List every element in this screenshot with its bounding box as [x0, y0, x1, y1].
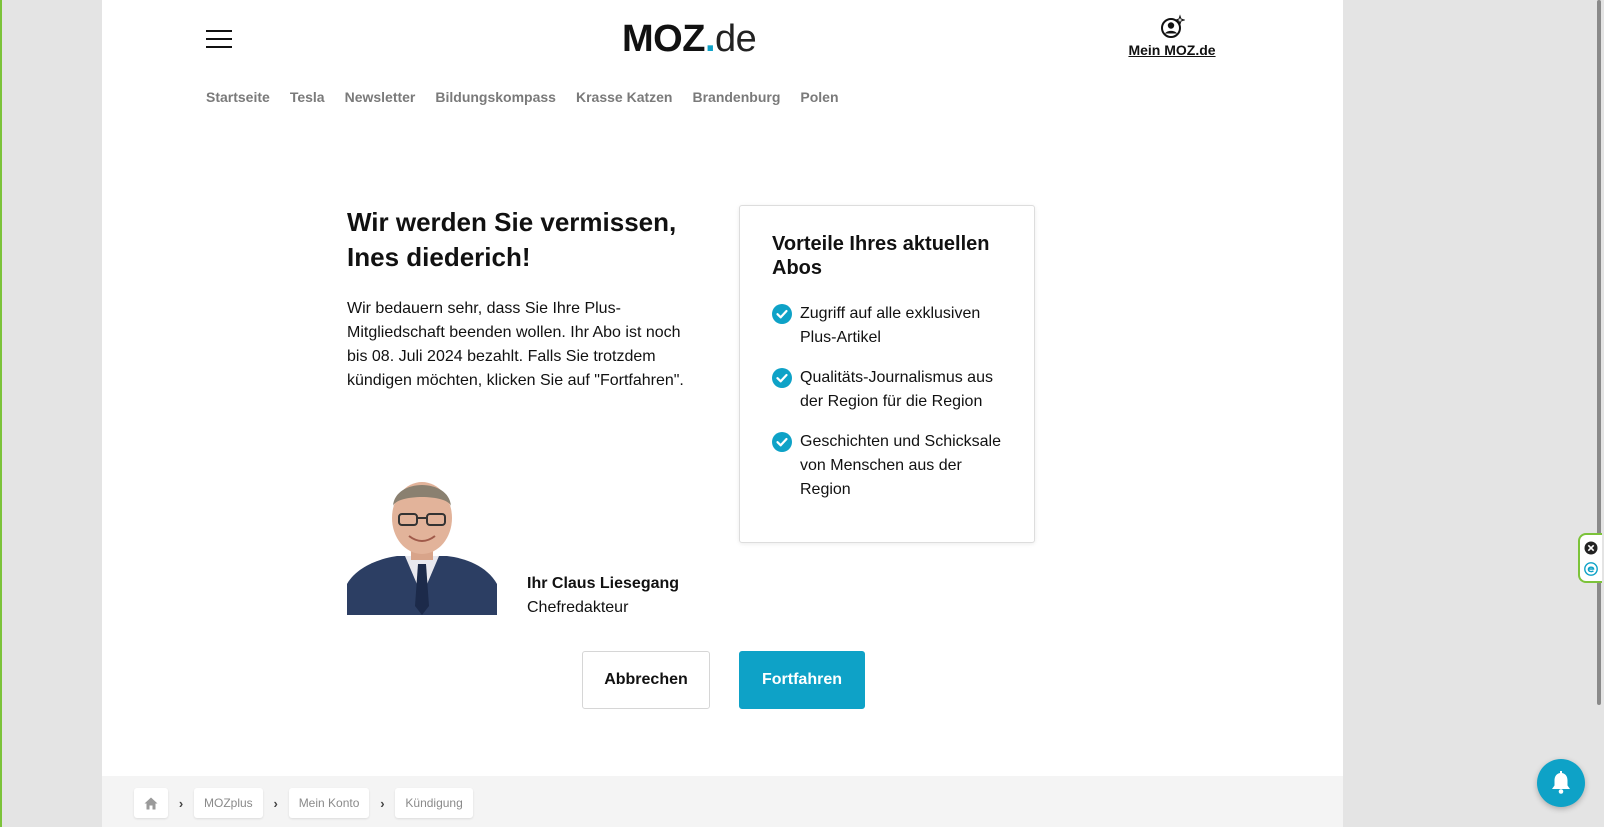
left-accent-bar	[0, 0, 2, 827]
benefit-item: Geschichten und Schicksale von Menschen …	[772, 430, 1004, 502]
breadcrumb-list: › MOZplus › Mein Konto › Kündigung	[134, 788, 473, 818]
check-circle-icon	[772, 432, 792, 452]
e-icon[interactable]	[1584, 562, 1598, 576]
benefit-text: Zugriff auf alle exklusiven Plus-Artikel	[800, 305, 981, 346]
check-circle-icon	[772, 304, 792, 324]
breadcrumb-item-mein-konto[interactable]: Mein Konto	[288, 788, 370, 818]
editor-portrait	[347, 466, 497, 615]
benefits-title: Vorteile Ihres aktuellen Abos	[772, 233, 990, 279]
user-sparkle-icon	[1161, 14, 1185, 38]
breadcrumb-item-kuendigung[interactable]: Kündigung	[395, 788, 473, 818]
breadcrumb: › MOZplus › Mein Konto › Kündigung	[102, 776, 1343, 827]
signature-role: Chefredakteur	[527, 599, 629, 616]
benefit-text: Geschichten und Schicksale von Menschen …	[800, 433, 1001, 498]
breadcrumb-home[interactable]	[134, 788, 168, 818]
logo-main: MOZ	[622, 18, 705, 60]
nav-item-brandenburg[interactable]: Brandenburg	[692, 89, 780, 105]
continue-button[interactable]: Fortfahren	[739, 651, 865, 709]
page-container: MOZ.de Mein MOZ.de Startseite Tesla News…	[102, 0, 1343, 827]
site-logo[interactable]: MOZ.de	[622, 18, 757, 61]
signature-name: Ihr Claus Liesegang	[527, 575, 680, 592]
cancel-button[interactable]: Abbrechen	[582, 651, 710, 709]
nav-item-polen[interactable]: Polen	[800, 89, 838, 105]
benefit-item: Zugriff auf alle exklusiven Plus-Artikel	[772, 302, 1004, 350]
breadcrumb-separator: ›	[273, 795, 278, 811]
bell-icon[interactable]	[1537, 759, 1585, 807]
nav-item-krasse-katzen[interactable]: Krasse Katzen	[576, 89, 673, 105]
benefit-text: Qualitäts-Journalismus aus der Region fü…	[800, 369, 993, 410]
close-icon[interactable]	[1584, 541, 1598, 555]
hamburger-icon[interactable]	[206, 30, 232, 50]
check-circle-icon	[772, 368, 792, 388]
nav-item-startseite[interactable]: Startseite	[206, 89, 270, 105]
home-icon	[144, 797, 158, 809]
page-title: Wir werden Sie vermissen, Ines diederich…	[347, 205, 687, 275]
breadcrumb-item-mozplus[interactable]: MOZplus	[194, 788, 263, 818]
breadcrumb-separator: ›	[178, 795, 184, 811]
nav-item-newsletter[interactable]: Newsletter	[345, 89, 416, 105]
main-nav: Startseite Tesla Newsletter Bildungskomp…	[206, 89, 859, 105]
scrollbar[interactable]	[1597, 0, 1601, 705]
signature: Ihr Claus Liesegang Chefredakteur	[527, 572, 679, 620]
intro-text: Wir bedauern sehr, dass Sie Ihre Plus-Mi…	[347, 300, 684, 389]
account-label: Mein MOZ.de	[1128, 42, 1216, 58]
breadcrumb-separator: ›	[380, 795, 385, 811]
nav-item-tesla[interactable]: Tesla	[290, 89, 325, 105]
nav-item-bildungskompass[interactable]: Bildungskompass	[435, 89, 556, 105]
headline-line-2: Ines diederich!	[347, 242, 531, 272]
logo-dot: .	[704, 18, 716, 60]
account-link[interactable]: Mein MOZ.de	[1112, 14, 1232, 58]
headline-line-1: Wir werden Sie vermissen,	[347, 207, 677, 237]
logo-suffix: de	[715, 18, 757, 60]
benefits-card: Vorteile Ihres aktuellen Abos Zugriff au…	[739, 205, 1035, 543]
benefit-item: Qualitäts-Journalismus aus der Region fü…	[772, 366, 1004, 414]
side-widget[interactable]	[1578, 533, 1602, 583]
